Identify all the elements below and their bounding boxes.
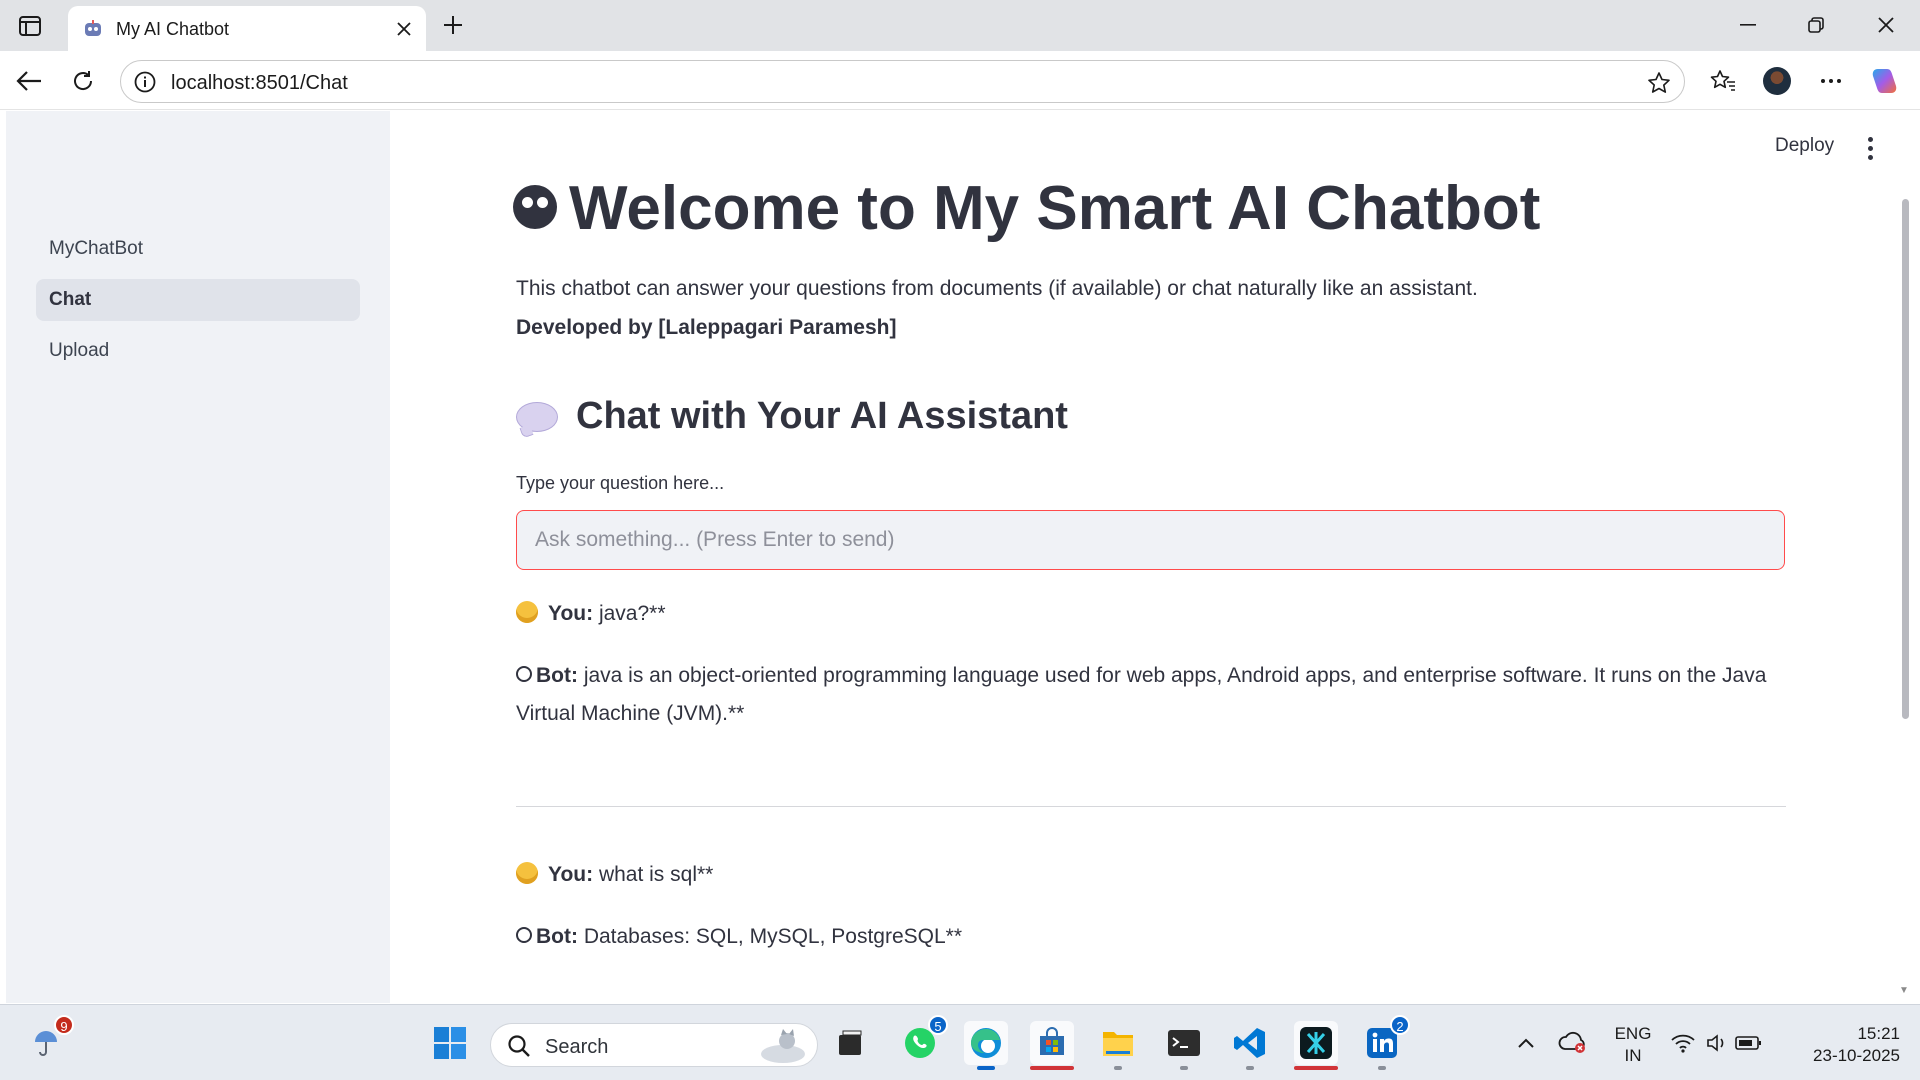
user-face-icon	[516, 601, 538, 624]
back-arrow-icon[interactable]	[12, 64, 46, 98]
speech-bubble-icon	[516, 401, 558, 432]
more-options-icon[interactable]	[1814, 64, 1848, 98]
sidebar-item-mychatbot[interactable]: MyChatBot	[36, 228, 360, 270]
sidebar: MyChatBot Chat Upload	[6, 111, 390, 1003]
browser-tab-bar: My AI Chatbot	[0, 0, 1920, 51]
battery-icon	[1735, 1036, 1761, 1050]
robot-icon	[513, 184, 557, 229]
tab-title: My AI Chatbot	[116, 19, 230, 39]
browser-toolbar: localhost:8501/Chat	[0, 51, 1920, 110]
bot-face-icon	[516, 666, 532, 683]
weather-badge: 9	[54, 1015, 74, 1035]
bot-message: Bot: Databases: SQL, MySQL, PostgreSQL**	[516, 918, 1791, 956]
new-tab-icon[interactable]	[438, 10, 468, 40]
task-view-icon[interactable]	[828, 1021, 872, 1065]
show-hidden-icons-chevron-up-icon[interactable]	[1504, 1021, 1548, 1065]
cursor-ai-icon[interactable]	[1294, 1021, 1338, 1070]
search-icon	[508, 1035, 530, 1057]
favorite-star-icon[interactable]	[1646, 70, 1672, 96]
terminal-icon[interactable]	[1162, 1021, 1206, 1070]
linkedin-badge: 2	[1390, 1015, 1410, 1035]
user-message: You: what is sql**	[516, 856, 1791, 894]
search-highlight-cat-icon	[761, 1029, 805, 1063]
taskbar-search-box[interactable]: Search	[490, 1023, 818, 1067]
deploy-button[interactable]: Deploy	[1767, 131, 1842, 161]
wifi-icon	[1671, 1034, 1695, 1053]
site-info-icon[interactable]	[133, 70, 157, 94]
credit-text: Developed by [Laleppagari Paramesh]	[516, 316, 897, 339]
bot-face-icon	[516, 927, 532, 944]
sidebar-item-upload[interactable]: Upload	[36, 330, 360, 372]
page-title: Welcome to My Smart AI Chatbot	[513, 173, 1540, 244]
app-viewport: MyChatBot Chat Upload Deploy ▼ Welcome t…	[6, 111, 1914, 1003]
divider	[516, 806, 1786, 807]
search-label: Search	[545, 1036, 609, 1058]
copilot-icon[interactable]	[1868, 64, 1902, 98]
linkedin-icon[interactable]: 2	[1360, 1015, 1410, 1070]
whatsapp-badge: 5	[928, 1015, 948, 1035]
url-text: localhost:8501/Chat	[171, 72, 348, 94]
whatsapp-icon[interactable]: 5	[898, 1015, 948, 1065]
robot-favicon-icon	[82, 18, 104, 40]
edge-browser-icon[interactable]	[964, 1021, 1008, 1070]
browser-tab[interactable]: My AI Chatbot	[68, 6, 426, 51]
favorites-icon[interactable]	[1706, 64, 1740, 98]
close-tab-icon[interactable]	[392, 17, 416, 41]
restore-icon[interactable]	[1798, 8, 1834, 42]
chat-input[interactable]	[517, 511, 1784, 569]
windows-start-icon[interactable]	[428, 1021, 472, 1065]
user-message: You: java?**	[516, 595, 1791, 633]
address-bar[interactable]: localhost:8501/Chat	[120, 60, 1685, 103]
weather-widget-icon[interactable]: 9	[24, 1015, 74, 1065]
main-content: Deploy ▼ Welcome to My Smart AI Chatbot …	[390, 111, 1914, 1003]
taskbar: 9 Search 5 2 ENG IN 15:21 23-10-2025	[0, 1004, 1920, 1080]
scroll-down-arrow-icon[interactable]: ▼	[1899, 985, 1909, 996]
file-explorer-icon[interactable]	[1096, 1021, 1140, 1070]
language-indicator[interactable]: ENG IN	[1608, 1023, 1658, 1067]
bot-message: Bot: java is an object-oriented programm…	[516, 664, 1767, 725]
vscode-icon[interactable]	[1228, 1021, 1272, 1070]
minimize-icon[interactable]	[1730, 8, 1766, 42]
user-face-icon	[516, 862, 538, 885]
tab-actions-icon[interactable]	[16, 12, 44, 40]
volume-icon	[1707, 1034, 1724, 1052]
scrollbar[interactable]	[1902, 199, 1909, 719]
close-window-icon[interactable]	[1868, 8, 1904, 42]
quick-settings[interactable]	[1668, 1021, 1772, 1065]
onedrive-icon[interactable]	[1550, 1021, 1594, 1065]
microsoft-store-icon[interactable]	[1030, 1021, 1074, 1070]
main-menu-icon[interactable]	[1858, 133, 1882, 163]
section-title: Chat with Your AI Assistant	[516, 395, 1068, 438]
profile-avatar[interactable]	[1760, 64, 1794, 98]
sidebar-item-chat[interactable]: Chat	[36, 279, 360, 321]
input-label: Type your question here...	[516, 473, 725, 493]
clock[interactable]: 15:21 23-10-2025	[1790, 1023, 1900, 1067]
reload-icon[interactable]	[66, 64, 100, 98]
description: This chatbot can answer your questions f…	[516, 277, 1478, 300]
chat-input-container	[516, 510, 1785, 570]
